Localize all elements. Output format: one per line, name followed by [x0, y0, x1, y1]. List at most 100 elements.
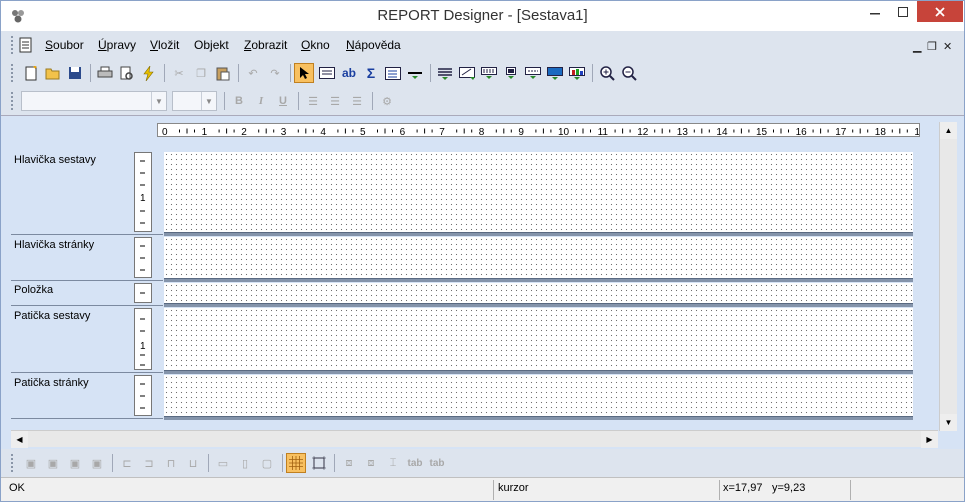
- band-5-button[interactable]: [523, 63, 543, 83]
- align-top-edges-button[interactable]: ⊓: [161, 453, 181, 473]
- band-4-button[interactable]: [501, 63, 521, 83]
- pointer-button[interactable]: [294, 63, 314, 83]
- ruler-label: 9: [518, 127, 524, 137]
- spacing-button[interactable]: ⌶: [383, 453, 403, 473]
- menu-okno[interactable]: Okno: [301, 38, 330, 52]
- underline-button[interactable]: U: [273, 91, 293, 111]
- mdi-minimize-icon[interactable]: ▁: [913, 40, 921, 53]
- center-horizontal-button[interactable]: ⧈: [339, 453, 359, 473]
- menu-napoveda[interactable]: Nápověda: [346, 38, 401, 52]
- band-resize-handle[interactable]: [164, 232, 913, 236]
- vertical-scrollbar[interactable]: ▲ ▼: [939, 122, 957, 431]
- toolbar-grip[interactable]: [11, 92, 14, 110]
- tab-order-button[interactable]: tab: [405, 453, 425, 473]
- mdi-close-icon[interactable]: ✕: [943, 40, 952, 53]
- list-button[interactable]: [383, 63, 403, 83]
- tab-order-2-button[interactable]: tab: [427, 453, 447, 473]
- same-width-button[interactable]: ▭: [213, 453, 233, 473]
- band-resize-handle[interactable]: [164, 416, 913, 420]
- open-button[interactable]: [43, 63, 63, 83]
- band-canvas-report-header[interactable]: [164, 152, 913, 232]
- toolbar-grip[interactable]: [11, 64, 14, 82]
- snap-grid-button[interactable]: [286, 453, 306, 473]
- line-button[interactable]: [405, 63, 425, 83]
- print-preview-button[interactable]: [117, 63, 137, 83]
- menu-objekt[interactable]: Objekt: [194, 38, 229, 52]
- save-button[interactable]: [65, 63, 85, 83]
- run-button[interactable]: [139, 63, 159, 83]
- undo-button[interactable]: ↶: [243, 63, 263, 83]
- redo-button[interactable]: ↷: [265, 63, 285, 83]
- menu-vlozit[interactable]: Vložit: [150, 38, 179, 52]
- field-button[interactable]: [317, 63, 337, 83]
- zoom-in-button[interactable]: [597, 63, 617, 83]
- properties-button[interactable]: ⚙: [377, 91, 397, 111]
- band-7-button[interactable]: [567, 63, 587, 83]
- scroll-right-icon[interactable]: ▶: [921, 431, 938, 448]
- align-right-edges-button[interactable]: ⊐: [139, 453, 159, 473]
- band-3-button[interactable]: [479, 63, 499, 83]
- menu-soubor[interactable]: Soubor: [45, 38, 84, 52]
- vertical-ruler-page-header: [134, 237, 152, 278]
- font-select[interactable]: ▼: [21, 91, 167, 111]
- vertical-ruler-report-header: 1: [134, 152, 152, 232]
- band-canvas-page-footer[interactable]: [164, 375, 913, 416]
- title-bar: REPORT Designer - [Sestava1]: [1, 1, 964, 31]
- band-2-button[interactable]: [457, 63, 477, 83]
- scroll-down-icon[interactable]: ▼: [940, 414, 957, 431]
- text-button[interactable]: ab: [339, 63, 359, 83]
- band-1-button[interactable]: [435, 63, 455, 83]
- menu-label: ekt: [212, 38, 229, 52]
- send-back-button[interactable]: ▣: [43, 453, 63, 473]
- copy-button[interactable]: ❐: [191, 63, 211, 83]
- document-icon[interactable]: [18, 37, 33, 53]
- band-resize-handle[interactable]: [164, 370, 913, 374]
- zoom-out-button[interactable]: [619, 63, 639, 83]
- scroll-left-icon[interactable]: ◀: [11, 431, 28, 448]
- horizontal-ruler: 012345678910111213141516171819: [157, 123, 920, 137]
- new-button[interactable]: [21, 63, 41, 83]
- band-2-icon: [459, 66, 475, 80]
- forward-button[interactable]: ▣: [65, 453, 85, 473]
- mdi-restore-icon[interactable]: ❐: [927, 40, 937, 53]
- horizontal-scrollbar[interactable]: ◀ ▶: [11, 430, 938, 448]
- menu-grip[interactable]: [11, 36, 14, 54]
- toolbar-grip[interactable]: [11, 454, 14, 472]
- minimize-button[interactable]: [861, 1, 889, 22]
- center-vertical-button[interactable]: ⧈: [361, 453, 381, 473]
- guides-button[interactable]: [309, 453, 329, 473]
- align-left-button[interactable]: ☰: [303, 91, 323, 111]
- size-select[interactable]: ▼: [172, 91, 217, 111]
- paste-button[interactable]: [213, 63, 233, 83]
- backward-button[interactable]: ▣: [87, 453, 107, 473]
- bold-button[interactable]: B: [229, 91, 249, 111]
- italic-button[interactable]: I: [251, 91, 271, 111]
- cut-button[interactable]: ✂: [169, 63, 189, 83]
- menu-label: obrazit: [251, 38, 288, 52]
- band-resize-handle[interactable]: [164, 303, 913, 307]
- band-canvas-page-header[interactable]: [164, 237, 913, 278]
- center-vertical-icon: ⧈: [367, 456, 375, 469]
- same-size-button[interactable]: ▢: [257, 453, 277, 473]
- sum-button[interactable]: Σ: [361, 63, 381, 83]
- guides-icon: [312, 456, 326, 470]
- band-resize-handle[interactable]: [164, 278, 913, 282]
- print-button[interactable]: [95, 63, 115, 83]
- band-canvas-report-footer[interactable]: [164, 308, 913, 370]
- separator: [224, 92, 225, 110]
- band-6-button[interactable]: [545, 63, 565, 83]
- align-center-button[interactable]: ☰: [325, 91, 345, 111]
- menu-zobrazit[interactable]: Zobrazit: [244, 38, 287, 52]
- band-divider: [11, 418, 163, 419]
- align-left-edges-button[interactable]: ⊏: [117, 453, 137, 473]
- same-height-button[interactable]: ▯: [235, 453, 255, 473]
- scroll-up-icon[interactable]: ▲: [940, 122, 957, 139]
- bring-front-button[interactable]: ▣: [21, 453, 41, 473]
- align-right-button[interactable]: ☰: [347, 91, 367, 111]
- close-button[interactable]: [917, 1, 963, 22]
- align-bottom-edges-button[interactable]: ⊔: [183, 453, 203, 473]
- band-canvas-item[interactable]: [164, 283, 913, 303]
- ruler-label: 0: [162, 127, 168, 137]
- menu-upravy[interactable]: Úpravy: [98, 38, 136, 52]
- maximize-button[interactable]: [889, 1, 917, 22]
